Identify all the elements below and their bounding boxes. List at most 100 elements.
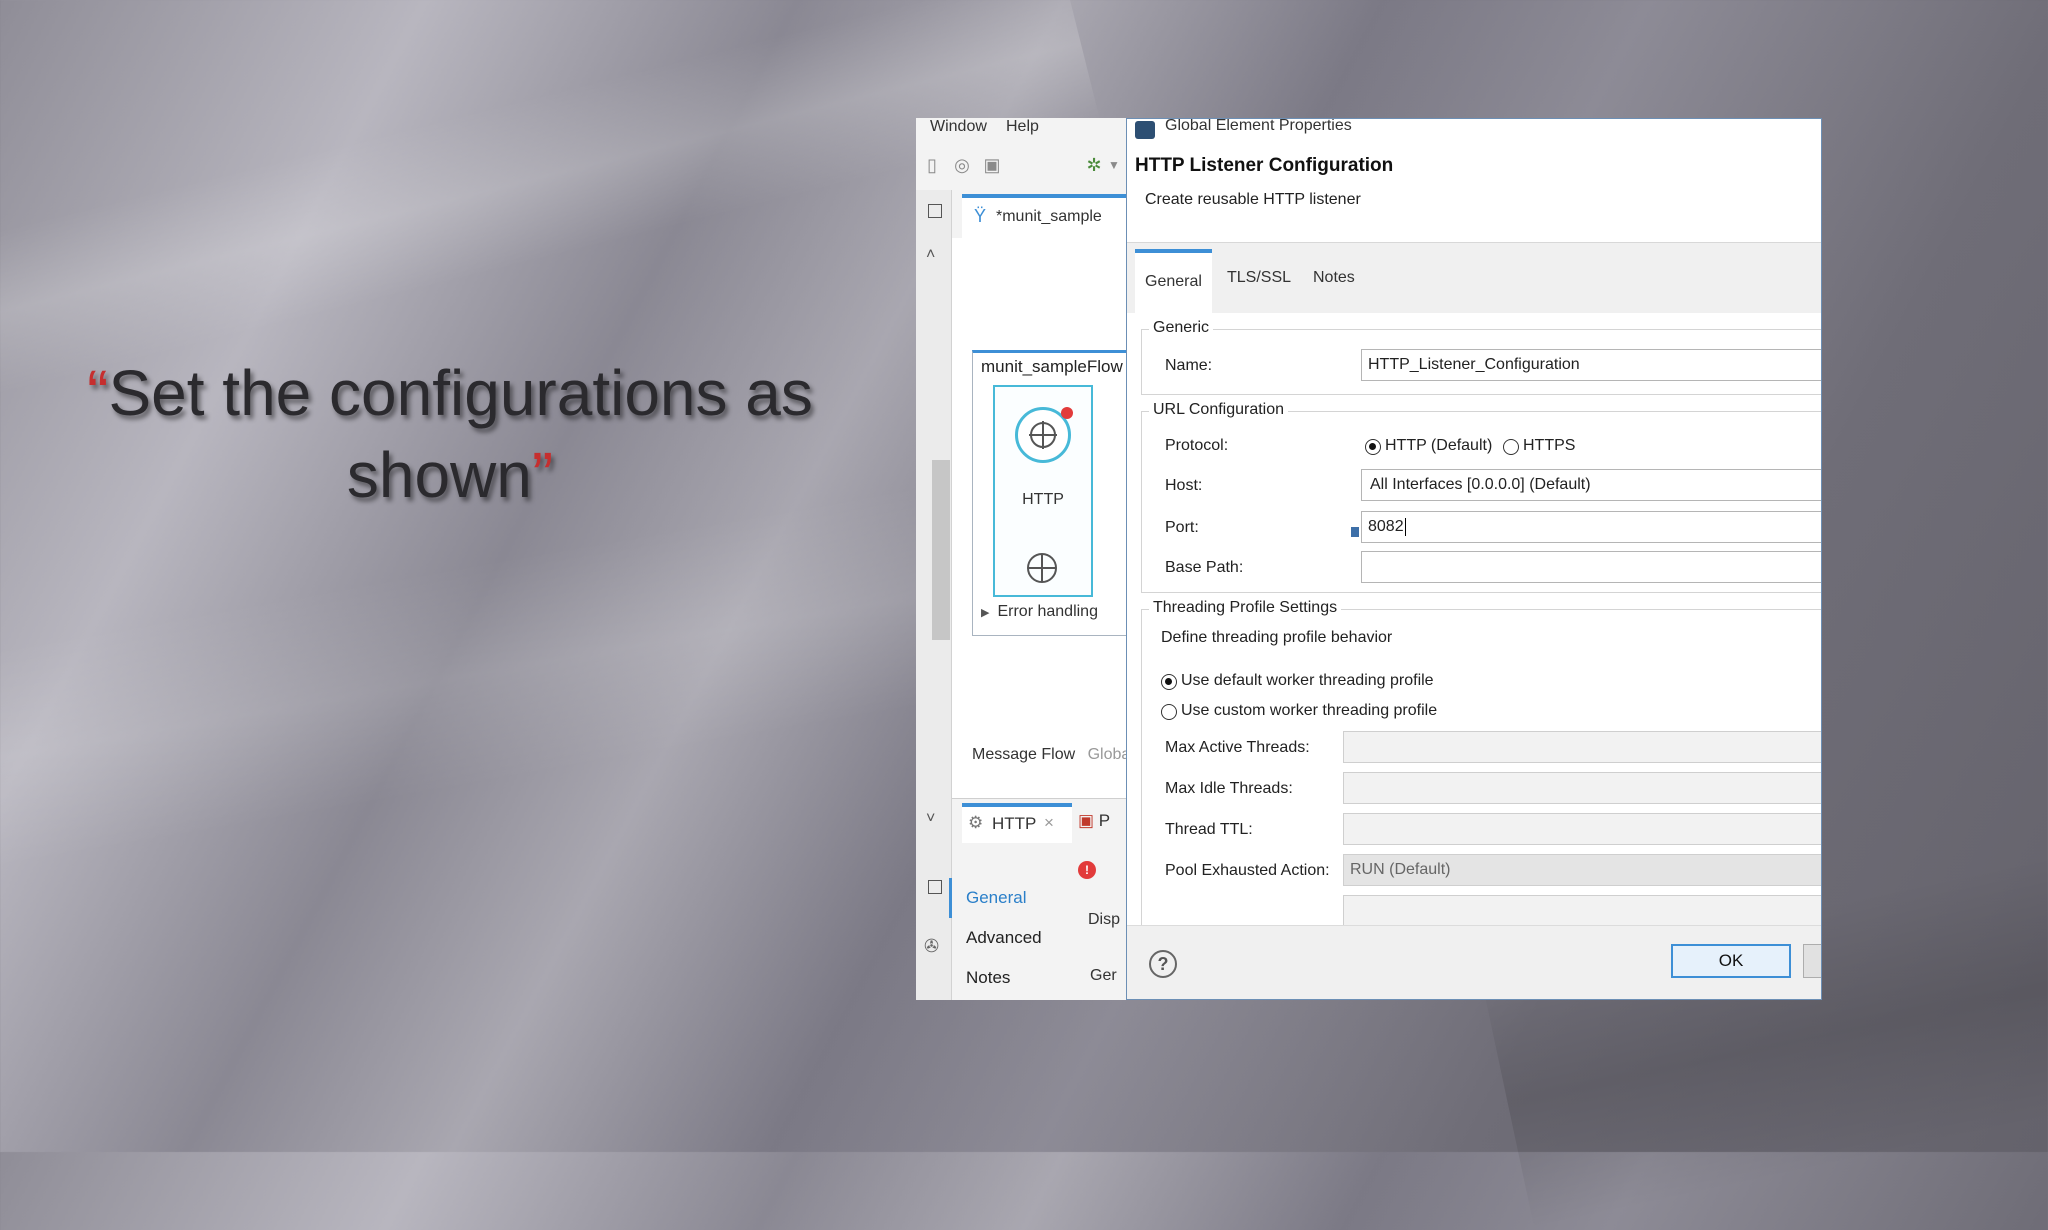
globe-line [1041, 555, 1043, 581]
port-label: Port: [1165, 519, 1199, 536]
chevron-down-icon[interactable]: ˅ [926, 810, 935, 828]
ok-button[interactable]: OK [1671, 944, 1791, 978]
error-handling-section[interactable]: ▶ Error handling [981, 603, 1098, 621]
globe-icon [1027, 553, 1057, 583]
default-threading-radio[interactable] [1161, 674, 1177, 690]
host-label: Host: [1165, 477, 1203, 494]
url-config-legend: URL Configuration [1149, 401, 1289, 419]
field-marker-icon [1351, 527, 1359, 537]
max-active-label: Max Active Threads: [1165, 739, 1310, 756]
mule-icon: Ÿ [974, 206, 987, 226]
tab-tls-ssl[interactable]: TLS/SSL [1217, 249, 1301, 313]
partial-label: Disp [1088, 911, 1121, 928]
chevron-up-icon[interactable]: ˄ [926, 246, 935, 264]
thread-wait-timeout-field[interactable] [1343, 895, 1821, 925]
http-node-label: HTTP [1022, 491, 1064, 508]
dialog-heading: HTTP Listener Configuration [1135, 155, 1394, 176]
globe-line [1042, 421, 1044, 449]
delete-icon[interactable]: ▣ [982, 154, 1002, 176]
dialog-subheading: Create reusable HTTP listener [1145, 191, 1361, 208]
name-label: Name: [1165, 357, 1213, 374]
host-combo[interactable]: All Interfaces [0.0.0.0] (Default) [1361, 469, 1821, 501]
side-nav-advanced[interactable]: Advanced [966, 918, 1042, 958]
help-icon[interactable]: ? [1149, 950, 1177, 978]
default-threading-label[interactable]: Use default worker threading profile [1181, 672, 1434, 690]
protocol-label: Protocol: [1165, 437, 1229, 454]
max-active-field[interactable] [1343, 731, 1821, 763]
side-nav-general[interactable]: General [949, 878, 1042, 918]
threading-legend: Threading Profile Settings [1149, 599, 1342, 617]
flow-title: munit_sampleFlow [981, 357, 1123, 376]
menu-window[interactable]: Window [930, 118, 987, 136]
tab-message-flow[interactable]: Message Flow [972, 746, 1075, 763]
caption-text: Set the configurations as shown [108, 357, 813, 511]
tab-global-elements[interactable]: Globa [1088, 746, 1127, 763]
max-idle-field[interactable] [1343, 772, 1821, 804]
http-listener-node[interactable]: HTTP [993, 385, 1093, 597]
props-tab-label: HTTP [992, 814, 1037, 833]
name-field[interactable]: HTTP_Listener_Configuration [1361, 349, 1821, 381]
bug-icon[interactable]: ✇ [924, 936, 939, 957]
tab-general[interactable]: General [1135, 249, 1212, 313]
dialog-content: Generic Name: HTTP_Listener_Configuratio… [1127, 313, 1821, 925]
problems-tab-label: P [1098, 811, 1111, 830]
dialog-footer: ? OK [1127, 925, 1821, 999]
tab-problems[interactable]: ▣ P [1078, 811, 1110, 831]
dialog-titlebar: Global Element Properties [1127, 119, 1821, 143]
problems-icon: ▣ [1078, 811, 1095, 830]
thread-ttl-field[interactable] [1343, 813, 1821, 845]
studio-app-icon [1135, 121, 1155, 139]
max-idle-label: Max Idle Threads: [1165, 780, 1293, 797]
side-nav-notes[interactable]: Notes [966, 958, 1042, 998]
run-gear-icon[interactable]: ✲ [1084, 154, 1104, 176]
close-icon[interactable]: × [1044, 813, 1054, 833]
new-file-icon[interactable]: ▯ [922, 154, 942, 176]
pool-exhausted-combo[interactable]: RUN (Default) [1343, 854, 1821, 886]
protocol-http-label[interactable]: HTTP (Default) [1385, 437, 1492, 455]
flow-container[interactable]: munit_sampleFlow HTTP ▶ Error handling [972, 350, 1127, 636]
protocol-http-radio[interactable] [1365, 439, 1381, 455]
menu-help[interactable]: Help [1006, 118, 1039, 136]
dialog-window-title: Global Element Properties [1165, 118, 1352, 134]
threading-description: Define threading profile behavior [1161, 629, 1393, 646]
tab-notes[interactable]: Notes [1303, 249, 1365, 313]
protocol-https-label[interactable]: HTTPS [1523, 437, 1575, 455]
scrollbar-thumb[interactable] [932, 460, 950, 640]
menu-bar: Window Help [916, 118, 1127, 140]
tab-http-properties[interactable]: ⚙ HTTP × [962, 803, 1072, 843]
open-quote: “ [87, 357, 109, 429]
slide-caption: “Set the configurations as shown” [30, 352, 870, 516]
cancel-button[interactable] [1803, 944, 1821, 978]
save-icon[interactable]: ◎ [952, 154, 972, 176]
canvas-tabs: Message Flow Globa [972, 746, 1127, 764]
error-icon: ! [1078, 861, 1096, 879]
base-path-field[interactable] [1361, 551, 1821, 583]
text-caret [1404, 518, 1406, 536]
error-handling-label: Error handling [997, 603, 1098, 620]
maximize-icon[interactable] [928, 880, 942, 894]
base-path-label: Base Path: [1165, 559, 1244, 576]
properties-side-nav: General Advanced Notes [949, 878, 1042, 998]
editor-tab-label: *munit_sample [996, 208, 1102, 225]
studio-window: Window Help ▯ ◎ ▣ ✲ ▼ ˄ ˅ ✇ Ÿ *munit_sam… [916, 118, 1128, 1000]
custom-threading-radio[interactable] [1161, 704, 1177, 720]
expand-triangle-icon[interactable]: ▶ [981, 607, 989, 619]
dialog-header: HTTP Listener Configuration Create reusa… [1127, 143, 1821, 243]
left-strip: ˄ ˅ ✇ [916, 190, 952, 1000]
studio-toolbar: ▯ ◎ ▣ ✲ ▼ [916, 154, 1127, 180]
maximize-icon[interactable] [928, 204, 942, 218]
error-badge-icon [1061, 407, 1073, 419]
chevron-down-icon[interactable]: ▼ [1104, 154, 1124, 176]
partial-label: Ger [1090, 967, 1117, 984]
editor-tab-munit-sample[interactable]: Ÿ *munit_sample [962, 194, 1127, 238]
pool-exhausted-label: Pool Exhausted Action: [1165, 862, 1330, 879]
protocol-https-radio[interactable] [1503, 439, 1519, 455]
global-element-dialog: Global Element Properties HTTP Listener … [1126, 118, 1822, 1000]
generic-legend: Generic [1149, 319, 1214, 337]
port-value: 8082 [1368, 518, 1404, 536]
thread-ttl-label: Thread TTL: [1165, 821, 1253, 838]
port-field[interactable]: 8082 [1361, 511, 1821, 543]
close-quote: ” [531, 439, 554, 511]
custom-threading-label[interactable]: Use custom worker threading profile [1181, 702, 1437, 720]
gear-icon: ⚙ [968, 813, 984, 832]
